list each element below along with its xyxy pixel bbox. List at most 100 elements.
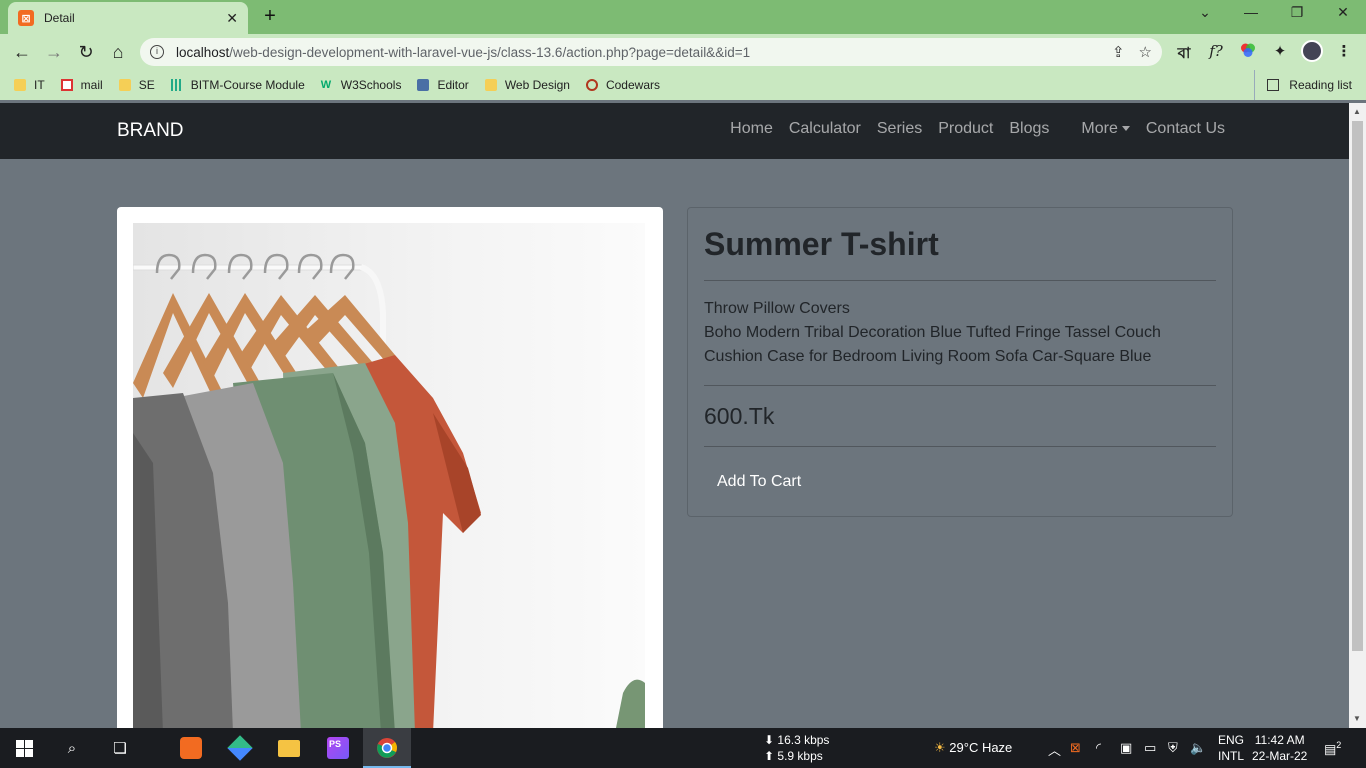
bookmark-label: mail — [80, 78, 103, 92]
reading-list-button[interactable]: Reading list — [1254, 70, 1352, 100]
keyboard-layout: INTL — [1218, 749, 1245, 763]
profile-avatar[interactable] — [1301, 40, 1323, 62]
weather-widget[interactable]: ☀ 29°C Haze — [934, 740, 1012, 756]
home-icon[interactable]: ⌂ — [106, 40, 130, 64]
file-explorer-icon[interactable] — [277, 736, 301, 760]
add-to-cart-button[interactable]: Add To Cart — [704, 463, 814, 501]
nav-more-dropdown[interactable]: More — [1065, 120, 1130, 138]
tab-search-icon[interactable]: ⌄ — [1193, 4, 1217, 21]
git-icon[interactable] — [227, 735, 253, 761]
bookmarks-bar: IT mail SE BITM-Course Module W W3Schools… — [0, 70, 1366, 100]
bookmark-editor[interactable]: Editor — [417, 78, 469, 92]
bookmark-w3schools[interactable]: W W3Schools — [321, 78, 402, 92]
bookmark-label: Web Design — [504, 78, 570, 92]
folder-icon — [484, 79, 497, 91]
page-scrollbar[interactable]: ▲ ▼ — [1349, 103, 1366, 728]
xampp-icon[interactable] — [179, 736, 203, 760]
tray-overflow-icon[interactable]: ︿ — [1048, 740, 1061, 759]
bookmark-label: IT — [34, 78, 45, 92]
back-icon[interactable]: ← — [10, 40, 34, 64]
minimize-icon[interactable]: — — [1239, 4, 1263, 20]
haze-sun-icon: ☀ — [934, 740, 946, 755]
task-view-icon[interactable]: ❏ — [108, 736, 132, 760]
nav-series[interactable]: Series — [877, 120, 922, 138]
color-extension-icon[interactable] — [1237, 42, 1259, 62]
share-icon[interactable]: ⇪ — [1112, 43, 1125, 61]
windows-start-icon[interactable] — [12, 736, 36, 760]
language-indicator[interactable]: ENG INTL — [1218, 732, 1244, 764]
scroll-up-icon[interactable]: ▲ — [1353, 107, 1361, 116]
system-clock[interactable]: 11:42 AM 22-Mar-22 — [1252, 732, 1307, 764]
bangla-extension-icon[interactable]: বা — [1173, 42, 1195, 67]
forward-icon[interactable]: → — [42, 40, 66, 64]
formula-extension-icon[interactable]: f? — [1205, 42, 1227, 60]
editor-icon — [417, 79, 430, 91]
browser-tab-bar: ⊠ Detail ✕ + ⌄ — ❐ ✕ — [0, 0, 1366, 34]
bookmark-se[interactable]: SE — [118, 78, 155, 92]
site-navbar: BRAND Home Calculator Series Product Blo… — [0, 103, 1349, 159]
site-info-icon[interactable]: i — [150, 45, 164, 59]
divider — [704, 385, 1216, 386]
url-path: /web-design-development-with-laravel-vue… — [229, 44, 751, 60]
scroll-down-icon[interactable]: ▼ — [1353, 714, 1361, 723]
description-line: Boho Modern Tribal Decoration Blue Tufte… — [704, 324, 1161, 365]
clock-time: 11:42 AM — [1254, 733, 1305, 747]
dropdown-caret-icon — [1121, 126, 1130, 132]
divider — [704, 280, 1216, 281]
bookmark-label: W3Schools — [340, 78, 402, 92]
bookmark-star-icon[interactable]: ☆ — [1139, 43, 1152, 61]
w3schools-icon: W — [320, 79, 332, 91]
tab-title: Detail — [44, 11, 75, 25]
brand-logo[interactable]: BRAND — [117, 120, 184, 142]
restore-icon[interactable]: ❐ — [1285, 4, 1309, 21]
meet-icon[interactable]: ▣ — [1120, 740, 1132, 756]
window-close-icon[interactable]: ✕ — [1331, 4, 1355, 21]
bookmark-label: Editor — [437, 78, 469, 92]
folder-icon — [118, 79, 131, 91]
folder-icon — [14, 79, 26, 91]
codewars-icon — [585, 79, 598, 91]
nav-blogs[interactable]: Blogs — [1009, 120, 1049, 138]
nav-links: Home Calculator Series Product Blogs Mor… — [714, 120, 1225, 138]
battery-icon[interactable]: ▭ — [1144, 740, 1156, 756]
divider — [704, 446, 1216, 447]
download-arrow-icon: ⬇ — [764, 733, 778, 747]
new-tab-button[interactable]: + — [258, 4, 282, 28]
bookmark-it[interactable]: IT — [14, 78, 45, 92]
nav-contact-us[interactable]: Contact Us — [1146, 120, 1225, 138]
bookmark-bitm[interactable]: BITM-Course Module — [170, 78, 305, 92]
address-bar[interactable]: i localhost/web-design-development-with-… — [140, 38, 1162, 66]
chrome-icon[interactable] — [375, 736, 399, 760]
xampp-tray-icon[interactable]: ⊠ — [1070, 740, 1081, 756]
reload-icon[interactable]: ↻ — [74, 40, 98, 64]
bookmark-codewars[interactable]: Codewars — [585, 78, 660, 92]
gmail-icon — [60, 79, 73, 91]
tab-close-icon[interactable]: ✕ — [226, 10, 238, 27]
nav-calculator[interactable]: Calculator — [789, 120, 861, 138]
network-shield-icon[interactable]: ⛨ — [1168, 740, 1178, 756]
url-text[interactable]: localhost/web-design-development-with-la… — [176, 45, 1098, 60]
product-description: Throw Pillow Covers Boho Modern Tribal D… — [704, 297, 1216, 369]
notification-center-icon[interactable]: ▤2 — [1324, 740, 1341, 757]
bitm-icon — [170, 79, 183, 91]
bookmark-mail[interactable]: mail — [60, 78, 103, 92]
nav-home[interactable]: Home — [730, 120, 773, 138]
volume-icon[interactable]: 🔈 — [1190, 740, 1206, 756]
nav-product[interactable]: Product — [938, 120, 993, 138]
bookmark-label: SE — [138, 78, 155, 92]
chrome-menu-icon[interactable]: ⋮ — [1333, 42, 1355, 60]
wifi-icon[interactable]: ◜ — [1096, 740, 1101, 756]
windows-taskbar: ⌕ ❏ PS ⬇ 16.3 kbps ⬆ 5.9 kbps ☀ 29°C Haz… — [0, 728, 1366, 768]
language-code: ENG — [1218, 733, 1245, 747]
bookmark-label: BITM-Course Module — [190, 78, 305, 92]
xampp-favicon-icon: ⊠ — [18, 10, 34, 26]
browser-tab[interactable]: ⊠ Detail ✕ — [8, 2, 248, 34]
bookmark-web-design[interactable]: Web Design — [484, 78, 570, 92]
search-icon[interactable]: ⌕ — [60, 736, 84, 760]
url-host: localhost — [176, 44, 230, 60]
extensions-puzzle-icon[interactable]: ✦ — [1269, 42, 1291, 60]
scroll-thumb[interactable] — [1352, 121, 1363, 651]
product-price: 600.Tk — [704, 403, 775, 429]
nav-more-label: More — [1081, 120, 1118, 137]
phpstorm-icon[interactable]: PS — [326, 736, 350, 760]
